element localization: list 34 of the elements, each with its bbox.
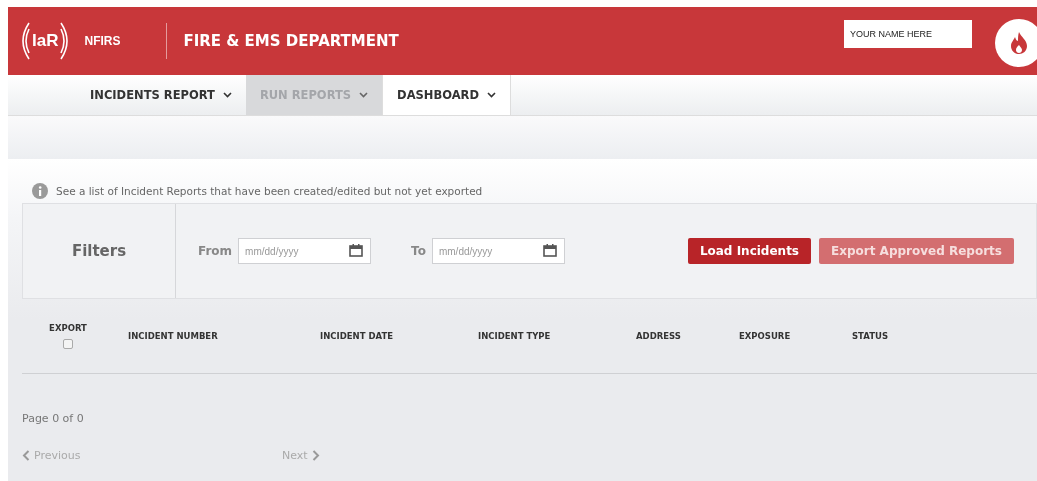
signal-waves-icon — [60, 22, 69, 60]
avatar-button[interactable] — [995, 19, 1037, 67]
chevron-down-icon — [487, 92, 496, 98]
load-incidents-button[interactable]: Load Incidents — [687, 238, 811, 264]
logo-text: IaR — [31, 31, 60, 51]
from-label: From — [198, 244, 233, 258]
to-date-field[interactable]: mm/dd/yyyy — [431, 238, 565, 264]
to-label: To — [411, 244, 426, 258]
nav-tab[interactable]: INCIDENTS REPORT — [76, 75, 246, 115]
column-header: EXPORT — [49, 323, 87, 333]
flame-icon — [1010, 32, 1028, 54]
department-title: FIRE & EMS DEPARTMENT — [183, 32, 399, 50]
column-header: INCIDENT DATE — [320, 331, 393, 341]
column-header: INCIDENT NUMBER — [128, 331, 218, 341]
export-all-checkbox[interactable] — [63, 339, 73, 349]
nav-tab[interactable]: DASHBOARD — [382, 75, 511, 115]
chevron-left-icon — [22, 450, 30, 461]
column-header: INCIDENT TYPE — [478, 331, 551, 341]
signal-waves-icon — [22, 22, 30, 60]
product-name: NFIRS — [84, 34, 121, 48]
calendar-icon[interactable] — [349, 244, 364, 257]
column-header: ADDRESS — [636, 331, 681, 341]
from-date-field[interactable]: mm/dd/yyyy — [238, 238, 372, 264]
chevron-down-icon — [359, 92, 369, 98]
column-header: EXPOSURE — [739, 331, 791, 341]
info-icon — [32, 183, 48, 199]
chevron-down-icon — [222, 92, 232, 98]
name-field[interactable]: YOUR NAME HERE — [844, 20, 972, 48]
info-text: See a list of Incident Reports that have been created/edited but not yet exported — [56, 185, 483, 197]
column-header: STATUS — [852, 331, 888, 341]
chevron-right-icon — [311, 450, 320, 461]
page-count: Page 0 of 0 — [22, 412, 84, 425]
calendar-icon[interactable] — [542, 244, 557, 257]
filters-title: Filters — [71, 242, 127, 260]
